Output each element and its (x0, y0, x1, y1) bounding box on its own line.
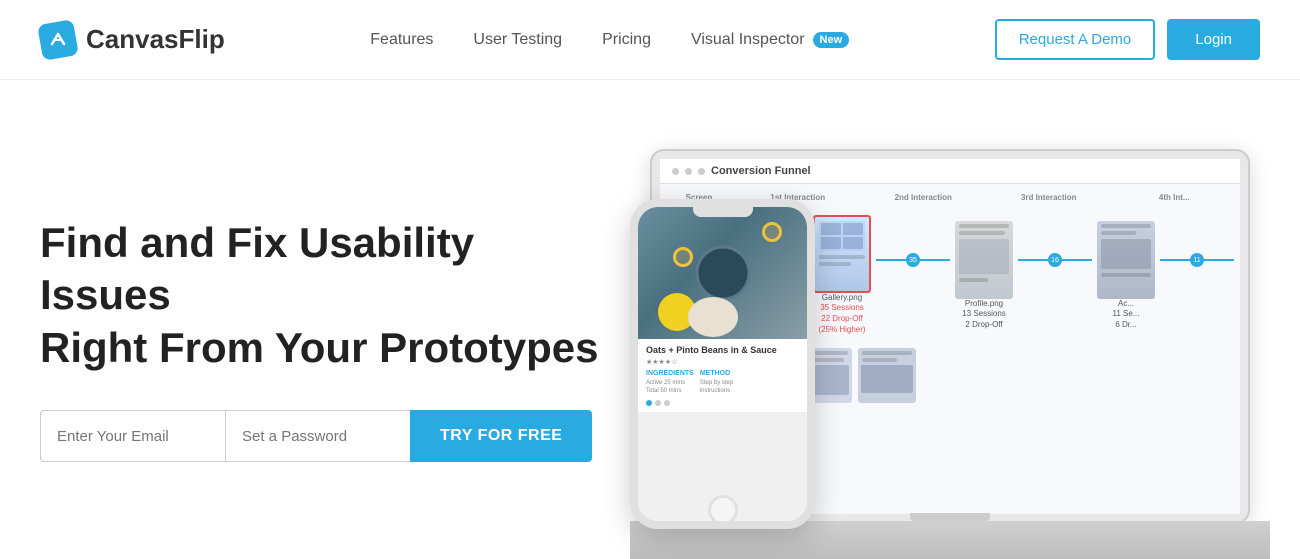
nav-features[interactable]: Features (370, 31, 433, 49)
logo-text: CanvasFlip (86, 24, 225, 55)
funnel-header: Conversion Funnel (660, 159, 1240, 184)
phone-screen: Oats + Pinto Beans in & Sauce ★★★★☆ INGR… (638, 207, 807, 521)
phone-dot-3 (664, 400, 670, 406)
phone-ingredients-col: INGREDIENTS Active 25 minsTotal 50 mins (646, 370, 694, 396)
connector-circle-4: 11 (1190, 253, 1204, 267)
new-badge: New (813, 32, 850, 48)
bowl-decoration (695, 245, 750, 300)
screen-stats-3: 13 Sessions 2 Drop-Off (962, 308, 1006, 330)
hero-title: Find and Fix Usability Issues Right From… (40, 217, 600, 375)
phone-body: Oats + Pinto Beans in & Sauce ★★★★☆ INGR… (630, 199, 815, 529)
password-input[interactable] (225, 410, 410, 462)
screen-thumb-4 (1097, 221, 1155, 299)
phone-ingredients-text: Active 25 minsTotal 50 mins (646, 379, 694, 396)
phone-home-button (708, 495, 738, 525)
funnel-dot-1 (672, 168, 679, 175)
funnel-title: Conversion Funnel (711, 165, 811, 177)
connector-circle-3: 16 (1048, 253, 1062, 267)
connector-line-2 (876, 259, 906, 261)
phone-ingredients-label: INGREDIENTS (646, 370, 694, 377)
funnel-dot-2 (685, 168, 692, 175)
phone-pagination-dots (646, 400, 799, 406)
phone-mockup: Oats + Pinto Beans in & Sauce ★★★★☆ INGR… (630, 199, 815, 529)
phone-food-image (638, 207, 807, 339)
try-free-button[interactable]: TRY FOR FREE (410, 410, 592, 462)
screen-thumb-3 (955, 221, 1013, 299)
nav-pricing[interactable]: Pricing (602, 31, 651, 49)
login-button[interactable]: Login (1167, 19, 1260, 60)
hero-form: TRY FOR FREE (40, 410, 600, 462)
nav-visual-inspector-wrap: Visual Inspector New (691, 31, 849, 49)
logo-icon (37, 19, 79, 61)
phone-dot-1 (646, 400, 652, 406)
phone-recipe-sub: ★★★★☆ (646, 358, 799, 366)
screen-stats-2: 35 Sessions 22 Drop-Off (25% Higher) (818, 302, 865, 336)
screen-label-2: Gallery.png (822, 293, 862, 302)
connector-line-4 (1160, 259, 1190, 261)
funnel-col-header-4th: 4th Int... (1113, 190, 1237, 205)
connector-line-3b (1062, 259, 1092, 261)
connector-line-4b (1204, 259, 1234, 261)
plate-decoration (688, 297, 738, 337)
connector-line-3 (1018, 259, 1048, 261)
screen-thumb-2 (813, 215, 871, 293)
phone-recipe-cols: INGREDIENTS Active 25 minsTotal 50 mins … (646, 370, 799, 396)
phone-dot-2 (655, 400, 661, 406)
funnel-col-header-3rd: 3rd Interaction (987, 190, 1111, 205)
header-buttons: Request A Demo Login (995, 19, 1260, 60)
phone-content: Oats + Pinto Beans in & Sauce ★★★★☆ INGR… (638, 339, 807, 412)
header: CanvasFlip Features User Testing Pricing… (0, 0, 1300, 80)
laptop-notch (910, 513, 990, 521)
logo-area: CanvasFlip (40, 22, 225, 58)
hotspot-2 (673, 247, 693, 267)
email-input[interactable] (40, 410, 225, 462)
hero-section: Find and Fix Usability Issues Right From… (0, 80, 1300, 559)
request-demo-button[interactable]: Request A Demo (995, 19, 1156, 60)
phone-method-col: METHOD Step by stepinstructions (700, 370, 733, 396)
phone-method-text: Step by stepinstructions (700, 379, 733, 396)
hero-right: Conversion Funnel Screen 1st Interaction… (600, 110, 1260, 559)
connector-line-2b (920, 259, 950, 261)
nav-visual-inspector[interactable]: Visual Inspector (691, 31, 805, 49)
hero-left: Find and Fix Usability Issues Right From… (40, 207, 600, 463)
main-nav: Features User Testing Pricing Visual Ins… (370, 31, 849, 49)
phone-notch (693, 207, 753, 217)
screen-label-3: Profile.png (965, 299, 1003, 308)
nav-user-testing[interactable]: User Testing (473, 31, 562, 49)
funnel-dot-3 (698, 168, 705, 175)
screen-stats-4: 11 Se... 6 Dr... (1113, 308, 1140, 330)
phone-recipe-title: Oats + Pinto Beans in & Sauce (646, 345, 799, 355)
phone-method-label: METHOD (700, 370, 733, 377)
hotspot-1 (762, 222, 782, 242)
connector-circle-2: 35 (906, 253, 920, 267)
screen-label-4: Ac... (1118, 299, 1134, 308)
funnel-col-header-2nd: 2nd Interaction (862, 190, 986, 205)
